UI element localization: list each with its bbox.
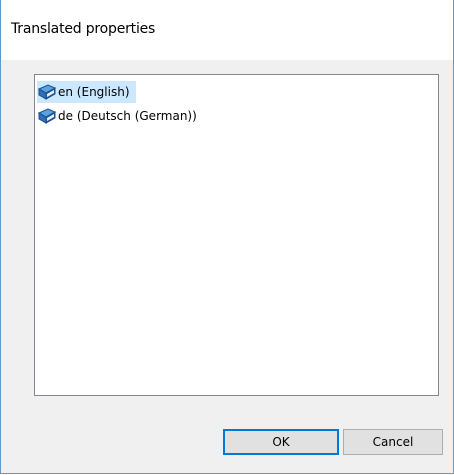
list-item-de[interactable]: de (Deutsch (German))	[37, 105, 203, 127]
list-item-label: en (English)	[58, 85, 130, 99]
language-list[interactable]: en (English) de (Deutsch (German))	[34, 74, 439, 396]
book-icon	[37, 83, 57, 101]
dialog-title: Translated properties	[11, 21, 156, 37]
cancel-button[interactable]: Cancel	[343, 429, 443, 455]
book-icon	[37, 107, 57, 125]
translated-properties-dialog: Translated properties en (English) de (D…	[0, 0, 454, 474]
ok-button[interactable]: OK	[223, 429, 339, 455]
title-bar: Translated properties	[1, 0, 453, 60]
list-item-en[interactable]: en (English)	[37, 81, 136, 103]
list-item-label: de (Deutsch (German))	[58, 109, 197, 123]
